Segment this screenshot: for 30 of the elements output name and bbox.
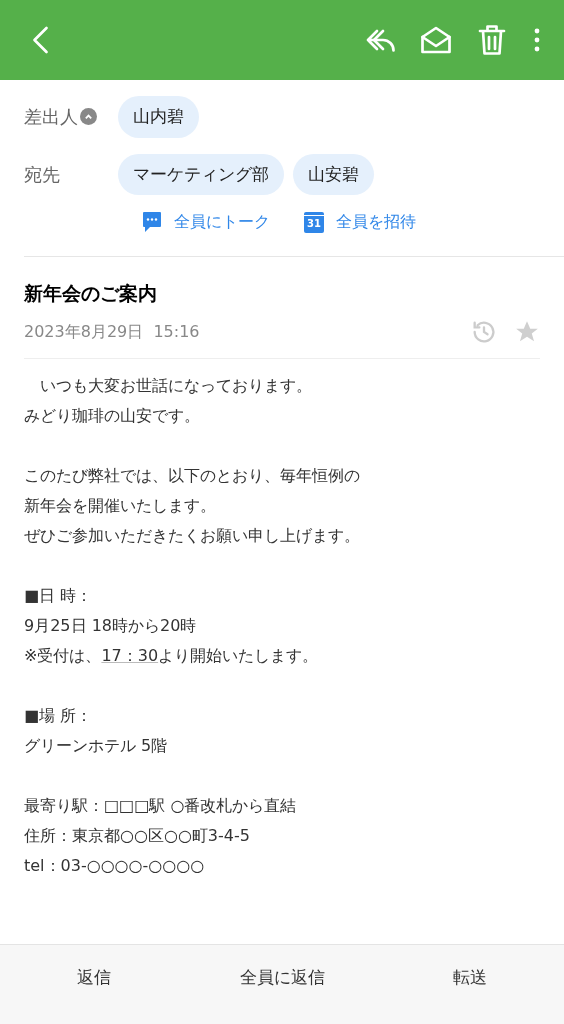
body-line: 9月25日 18時から20時 [24, 614, 198, 637]
invite-link[interactable]: 31 全員を招待 [304, 210, 416, 234]
mail-subject: 新年会のご案内 [24, 281, 158, 306]
body-line: いつも大変お世話になっております。 [39, 374, 313, 397]
body-line: このたび弊社では、以下のとおり、毎年恒例の [24, 464, 361, 487]
body-line: ■場 所： [24, 704, 94, 727]
recipient-label: 宛先 [24, 162, 61, 187]
sender-label: 差出人 [24, 105, 78, 130]
body-line: グリーンホテル 5階 [24, 734, 169, 757]
contact-chip[interactable]: マーケティング部 [118, 153, 284, 195]
body-line: ぜひご参加いただきたくお願い申し上げます。 [24, 524, 361, 547]
collapse-icon[interactable] [80, 108, 97, 126]
body-line: tel：03-○○○○-○○○○ [24, 854, 206, 877]
reply-button[interactable]: 返信 [0, 965, 188, 991]
body-line: 新年会を開催いたします。 [24, 494, 217, 517]
body-line: みどり珈琲の山安です。 [24, 404, 201, 427]
time-link[interactable]: 17：30 [101, 645, 159, 665]
reply-all-button[interactable]: 全員に返信 [188, 965, 376, 991]
body-line: ※受付は、17：30より開始いたします。 [24, 644, 320, 667]
body-line: 最寄り駅：□□□駅 ○番改札から直結 [24, 794, 298, 817]
contact-chip[interactable]: 山内碧 [118, 96, 199, 138]
contact-chip[interactable]: 山安碧 [293, 153, 374, 195]
talk-link[interactable]: 全員にトーク [142, 210, 270, 234]
chat-icon [142, 211, 162, 233]
calendar-icon: 31 [304, 211, 324, 233]
body-line: 住所：東京都○○区○○町3-4-5 [24, 824, 251, 847]
body-line: ■日 時： [24, 584, 94, 607]
mail-date: 2023年8月29日 15:16 [24, 320, 200, 343]
forward-button[interactable]: 転送 [376, 965, 564, 991]
more-icon[interactable] [534, 27, 540, 53]
